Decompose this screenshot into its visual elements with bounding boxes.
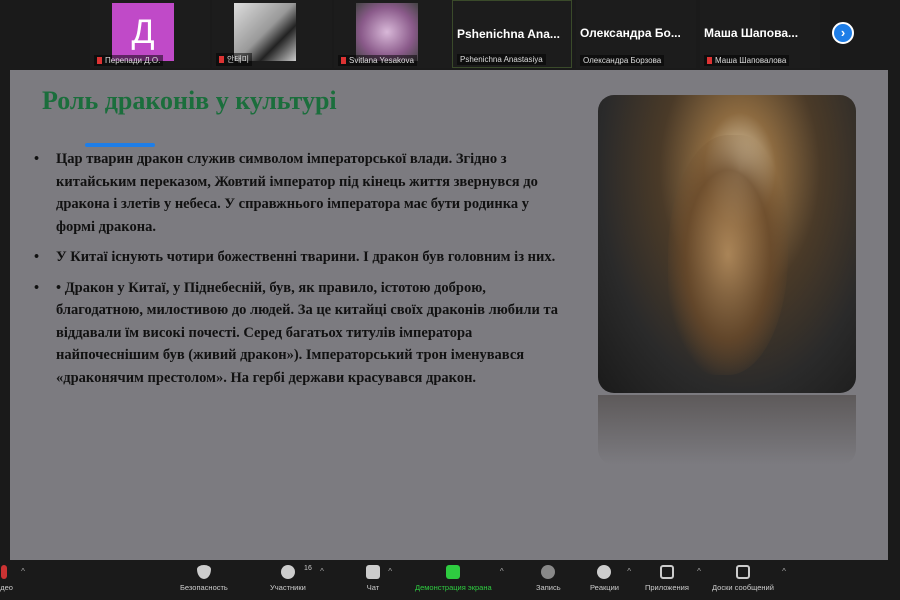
participant-tile[interactable]: Д Перепади Д.О. [90,0,210,68]
label: Запись [536,583,561,592]
video-button[interactable]: идео ^ [0,565,25,592]
participant-tile[interactable]: Маша Шапова... Маша Шаповалова [700,0,820,68]
participant-name: Перепади Д.О. [105,56,161,65]
video-icon [1,565,8,579]
slide-title: Роль драконів у культурі [42,86,337,115]
participant-name: Pshenichna Anastasiya [457,54,546,65]
chevron-right-icon[interactable]: › [832,22,854,44]
reactions-button[interactable]: Реакции ^ [590,565,631,592]
caret-up-icon[interactable]: ^ [320,567,324,576]
participant-tile[interactable]: Олександра Бо... Олександра Борзова [576,0,696,68]
chat-button[interactable]: Чат ^ [366,565,392,592]
participant-display-name: Pshenichna Ana... [457,27,560,41]
participant-display-name: Олександра Бо... [580,26,681,40]
participant-name: Svitlana Yesakova [349,56,414,65]
label: Чат [366,583,380,592]
mic-muted-icon [341,57,346,65]
avatar: Д [112,3,174,61]
people-icon [280,565,295,579]
label: Безопасность [180,583,228,592]
bullet-item: • Дракон у Китаї, у Піднебесній, був, як… [32,277,562,390]
label: идео [0,583,13,592]
security-button[interactable]: Безопасность [180,565,228,592]
participant-name: Олександра Борзова [580,55,665,66]
record-button[interactable]: Запись [536,565,561,592]
caret-up-icon[interactable]: ^ [21,567,25,576]
dragon-image [598,95,856,393]
label: Демонстрация экрана [415,583,492,592]
participant-tile[interactable]: Svitlana Yesakova [334,0,454,68]
image-reflection [598,395,856,465]
participants-count: 16 [304,565,312,572]
avatar [356,3,418,61]
caret-up-icon[interactable]: ^ [782,567,786,576]
mic-muted-icon [97,57,102,65]
reaction-icon [597,565,612,579]
label: Реакции [590,583,619,592]
meeting-toolbar: идео ^ Безопасность Участники 16 ^ Чат ^ Дем… [0,562,900,600]
participant-tile[interactable]: Pshenichna Ana... Pshenichna Anastasiya [452,0,572,68]
shield-icon [196,565,211,579]
mic-muted-icon [219,56,224,64]
caret-up-icon[interactable]: ^ [388,567,392,576]
apps-button[interactable]: Приложения ^ [645,565,701,592]
apps-icon [659,565,674,579]
record-icon [541,565,556,579]
whiteboards-button[interactable]: Доски сообщений ^ [712,565,786,592]
label: Приложения [645,583,689,592]
participant-display-name: Маша Шапова... [704,26,799,40]
participant-name: 안태미 [227,55,250,64]
participant-strip: Д Перепади Д.О. 안태미 Svitlana Yesakova Ps… [0,0,900,68]
cursor-highlight [85,143,155,147]
participant-tile[interactable]: 안태미 [212,0,332,68]
bullet-item: Цар тварин дракон служив символом імпера… [32,148,562,238]
caret-up-icon[interactable]: ^ [627,567,631,576]
share-screen-icon [446,565,461,579]
bullet-list: Цар тварин дракон служив символом імпера… [32,148,562,397]
participant-name: Маша Шаповалова [715,56,787,65]
shared-slide: Роль драконів у культурі Цар тварин драк… [10,70,888,560]
share-screen-button[interactable]: Демонстрация экрана ^ [415,565,504,592]
label: Участники [270,583,306,592]
participants-button[interactable]: Участники 16 ^ [270,565,324,592]
caret-up-icon[interactable]: ^ [500,567,504,576]
mic-muted-icon [707,57,712,65]
whiteboard-icon [735,565,750,579]
bullet-item: У Китаї існують чотири божественні твари… [32,246,562,269]
chat-icon [366,565,380,579]
label: Доски сообщений [712,583,774,592]
caret-up-icon[interactable]: ^ [697,567,701,576]
